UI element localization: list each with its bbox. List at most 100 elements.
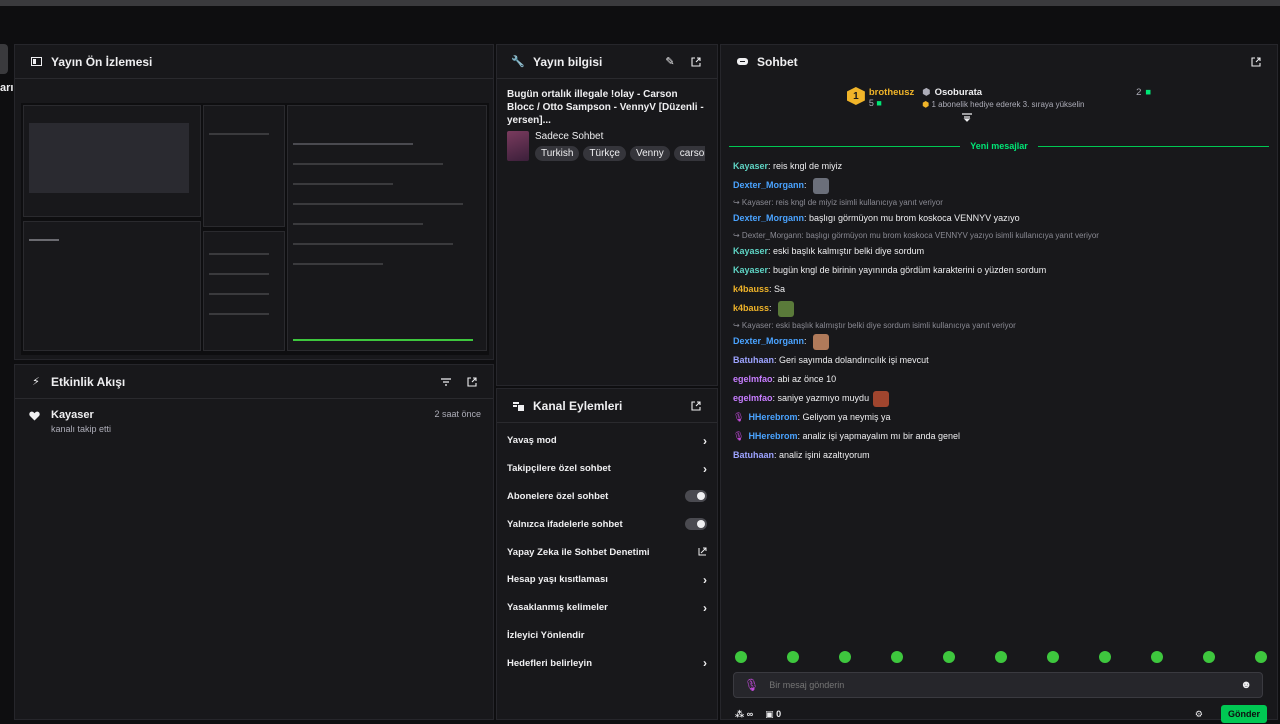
chat-input-box[interactable]: 🎙 ☻ — [733, 672, 1263, 698]
reply-context: ↪ Kayaser: reis kngl de miyiz isimli kul… — [733, 198, 943, 207]
settings-gear-icon[interactable]: ⚙ — [1195, 709, 1203, 720]
message-text: Geri sayımda dolandırıcılık işi mevcut — [779, 355, 929, 365]
category-name[interactable]: Sadece Sohbet — [535, 131, 705, 142]
filter-icon[interactable] — [439, 375, 453, 389]
sidebar-collapse-handle[interactable] — [0, 44, 8, 74]
chat-message[interactable]: Batuhaan: Geri sayımda dolandırıcılık iş… — [733, 351, 1265, 370]
chat-message[interactable]: Kayaser: reis kngl de miyiz — [733, 157, 1265, 176]
action-slow-mode[interactable]: Yavaş mod › — [497, 427, 717, 455]
bolt-icon: ⚡ — [32, 376, 40, 388]
tag[interactable]: Venny — [629, 146, 670, 161]
store-icon[interactable]: ▣ 0 — [765, 709, 781, 720]
toggle-switch[interactable] — [685, 518, 707, 531]
action-followers-only[interactable]: Takipçilere özel sohbet › — [497, 455, 717, 483]
action-label: Hedefleri belirleyin — [507, 657, 593, 669]
action-ai-moderation[interactable]: Yapay Zeka ile Sohbet Denetimi — [497, 538, 717, 566]
chat-message[interactable]: 🎙 HHerebrom: analiz işi yapmayalım mı bir… — [733, 427, 1265, 446]
quick-emote[interactable] — [891, 651, 903, 663]
message-username[interactable]: Batuhaan — [733, 446, 774, 465]
tag[interactable]: Türkçe — [583, 146, 626, 161]
category-thumbnail — [507, 131, 529, 161]
message-username[interactable]: HHerebrom — [748, 427, 797, 446]
message-username[interactable]: k4bauss — [733, 299, 769, 318]
quick-emote[interactable] — [1047, 651, 1059, 663]
tag[interactable]: Turkish — [535, 146, 580, 161]
chat-message[interactable]: Batuhaan: analiz işini azaltıyorum — [733, 446, 1265, 465]
pinned-leaderboard[interactable]: 1 brotheusz 5 ■ ⬢ Osoburata 2 ■ ⬢ 1 abon… — [721, 79, 1277, 139]
quick-emote[interactable] — [1151, 651, 1163, 663]
action-banned-words[interactable]: Yasaklanmış kelimeler › — [497, 594, 717, 622]
chat-message[interactable]: ↪ Kayaser: eski başlık kalmıştır belki d… — [733, 320, 1265, 351]
action-raid[interactable]: İzleyici Yönlendir — [497, 622, 717, 650]
preview-video[interactable] — [21, 103, 489, 355]
action-goals[interactable]: Hedefleri belirleyin › — [497, 649, 717, 677]
message-text: Sa — [774, 284, 786, 294]
emote-image[interactable] — [813, 333, 830, 350]
quick-emote[interactable] — [1203, 651, 1215, 663]
action-label: Yasaklanmış kelimeler — [507, 602, 608, 614]
preview-icon — [29, 55, 43, 69]
message-username[interactable]: egelmfao — [733, 389, 773, 408]
chat-message[interactable]: Dexter_Morgann: — [733, 176, 1265, 195]
message-username[interactable]: Batuhaan — [733, 351, 774, 370]
popout-icon[interactable] — [689, 399, 703, 413]
viewers-icon[interactable]: ⁂ ∞ — [735, 709, 753, 720]
chat-message[interactable]: ↪ Dexter_Morgann: başlıgı görmüyon mu br… — [733, 230, 1265, 261]
quick-emote[interactable] — [1099, 651, 1111, 663]
toggle-switch[interactable] — [685, 490, 707, 503]
panel-title: Yayın bilgisi — [533, 54, 603, 69]
stream-title: Bugün ortalık illegale !olay - Carson Bl… — [507, 89, 704, 126]
quick-emote[interactable] — [995, 651, 1007, 663]
action-emote-only[interactable]: Yalnızca ifadelerle sohbet — [497, 510, 717, 538]
message-username[interactable]: HHerebrom — [748, 408, 797, 427]
emoji-icon[interactable]: ☻ — [1240, 679, 1252, 691]
chat-input[interactable] — [769, 680, 1231, 690]
action-label: Hesap yaşı kısıtlaması — [507, 574, 608, 586]
panel-title: Kanal Eylemleri — [533, 398, 623, 413]
chat-panel: Sohbet 1 brotheusz 5 ■ ⬢ Osoburata 2 ■ ⬢… — [720, 44, 1278, 723]
send-button[interactable]: Gönder — [1220, 705, 1267, 723]
message-username[interactable]: Dexter_Morgann — [733, 209, 804, 228]
popout-icon[interactable] — [465, 375, 479, 389]
quick-emote[interactable] — [839, 651, 851, 663]
action-account-age[interactable]: Hesap yaşı kısıtlaması › — [497, 566, 717, 594]
expand-icon[interactable] — [962, 113, 1151, 125]
message-username[interactable]: Kayaser — [733, 157, 768, 176]
chat-message[interactable]: k4bauss: Sa — [733, 280, 1265, 299]
chat-message[interactable]: ↪ Kayaser: reis kngl de miyiz isimli kul… — [733, 197, 1265, 228]
event-time: 2 saat önce — [434, 409, 481, 419]
chat-message[interactable]: egelmfao: saniye yazmıyo muydu — [733, 389, 1265, 408]
event-feed-panel: ⚡ Etkinlik Akışı Kayaser kanalı takip et… — [14, 364, 494, 720]
message-text: reis kngl de miyiz — [773, 161, 843, 171]
popout-icon[interactable] — [1249, 55, 1263, 69]
action-label: Yavaş mod — [507, 435, 557, 447]
message-username[interactable]: Kayaser — [733, 261, 768, 280]
message-username[interactable]: Dexter_Morgann — [733, 176, 804, 195]
emote-image[interactable] — [873, 390, 890, 407]
message-text: Geliyom ya neymiş ya — [802, 412, 891, 422]
quick-emote[interactable] — [787, 651, 799, 663]
reply-context: ↪ Kayaser: eski başlık kalmıştır belki d… — [733, 321, 1016, 330]
quick-emote[interactable] — [735, 651, 747, 663]
chat-message[interactable]: 🎙 HHerebrom: Geliyom ya neymiş ya — [733, 408, 1265, 427]
message-username[interactable]: Kayaser — [733, 242, 768, 261]
quick-emote[interactable] — [1255, 651, 1267, 663]
chat-message[interactable]: Kayaser: bugün kngl de birinin yayınında… — [733, 261, 1265, 280]
event-user: Kayaser — [51, 409, 94, 421]
emote-image[interactable] — [778, 300, 795, 317]
message-username[interactable]: Dexter_Morgann — [733, 332, 804, 351]
emote-image[interactable] — [813, 177, 830, 194]
tag[interactable]: carsonblc — [673, 146, 705, 161]
edit-icon[interactable]: ✎ — [663, 55, 677, 69]
chat-message[interactable]: k4bauss: — [733, 299, 1265, 318]
message-username[interactable]: egelmfao — [733, 370, 773, 389]
stream-preview-panel: Yayın Ön İzlemesi — [14, 44, 494, 360]
chat-message[interactable]: egelmfao: abi az önce 10 — [733, 370, 1265, 389]
action-label: Abonelere özel sohbet — [507, 490, 609, 502]
quick-emote[interactable] — [943, 651, 955, 663]
top-bar — [0, 0, 1280, 6]
popout-icon[interactable] — [689, 55, 703, 69]
message-username[interactable]: k4bauss — [733, 280, 769, 299]
action-subscribers-only[interactable]: Abonelere özel sohbet — [497, 483, 717, 511]
mic-icon[interactable]: 🎙 — [744, 678, 759, 692]
